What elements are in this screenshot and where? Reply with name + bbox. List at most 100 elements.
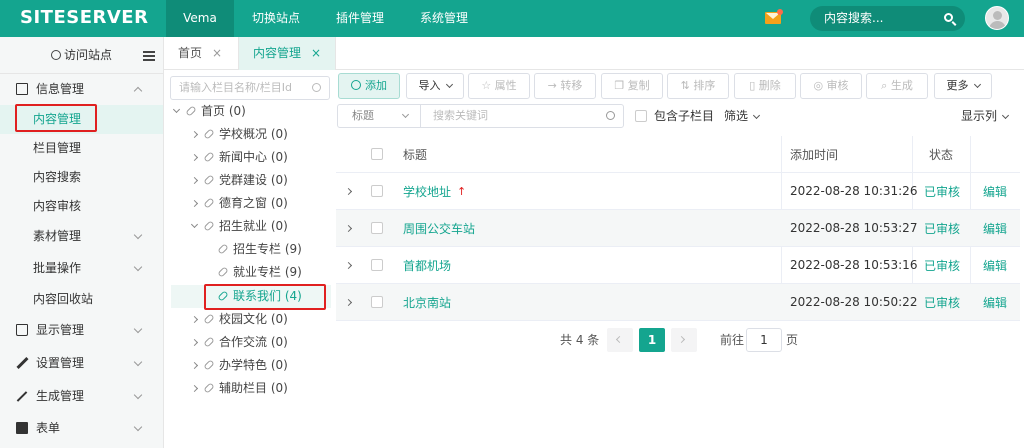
tree-node-moral[interactable]: 德育之窗 (0): [190, 192, 288, 215]
sidebar-item-content-review[interactable]: 内容审核: [0, 192, 163, 221]
display-columns-dropdown[interactable]: 显示列: [961, 104, 1010, 128]
select-all-checkbox[interactable]: [371, 148, 383, 160]
row-edit-link[interactable]: 编辑: [983, 284, 1007, 320]
chevron-down-icon[interactable]: [190, 220, 199, 229]
search-field-select[interactable]: 标题: [337, 104, 421, 128]
channel-search-input[interactable]: 请输入栏目名称/栏目Id: [170, 76, 330, 100]
sidebar-item-label: 批量操作: [33, 261, 82, 275]
attributes-button[interactable]: ☆ 属性: [468, 73, 530, 99]
avatar[interactable]: [985, 6, 1009, 30]
row-status-link[interactable]: 已审核: [924, 284, 960, 320]
row-title-link[interactable]: 北京南站: [403, 284, 451, 320]
search-icon[interactable]: [312, 83, 321, 92]
tree-node-party[interactable]: 党群建设 (0): [190, 169, 288, 192]
chevron-right-icon[interactable]: [190, 384, 199, 393]
next-page-button[interactable]: [671, 328, 697, 352]
close-icon[interactable]: ×: [212, 46, 222, 60]
sidebar-item-batch-operation[interactable]: 批量操作: [0, 254, 163, 283]
tab-content-manage[interactable]: 内容管理 ×: [238, 37, 337, 70]
search-icon[interactable]: [944, 13, 953, 22]
include-children-label[interactable]: 包含子栏目: [654, 104, 714, 128]
tree-node-enrollment-column[interactable]: 招生专栏 (9): [217, 238, 302, 261]
chevron-right-icon[interactable]: [190, 153, 199, 162]
more-button[interactable]: 更多: [934, 73, 992, 99]
add-button[interactable]: 添加: [338, 73, 400, 99]
sidebar-group-settings[interactable]: 设置管理: [0, 348, 163, 378]
sidebar-item-recycle-bin[interactable]: 内容回收站: [0, 285, 163, 314]
chevron-right-icon[interactable]: [344, 224, 353, 232]
sidebar-item-content-manage[interactable]: 内容管理: [0, 105, 163, 134]
search-icon[interactable]: [606, 111, 615, 120]
arrow-right-icon: →: [547, 79, 561, 92]
sidebar-item-material-manage[interactable]: 素材管理: [0, 222, 163, 251]
nav-system-manage[interactable]: 系统管理: [402, 0, 486, 37]
chevron-right-icon[interactable]: [190, 361, 199, 370]
prev-page-button[interactable]: [607, 328, 633, 352]
keyword-input[interactable]: 搜索关键词: [420, 104, 624, 128]
sidebar-group-info[interactable]: 信息管理: [0, 74, 163, 104]
tree-node-home[interactable]: 首页 (0): [172, 100, 246, 123]
tree-node-auxiliary[interactable]: 辅助栏目 (0): [190, 377, 288, 400]
tree-node-enrollment[interactable]: 招生就业 (0): [190, 215, 288, 238]
row-status-link[interactable]: 已审核: [924, 173, 960, 209]
column-header-status[interactable]: 状态: [929, 136, 953, 172]
generate-button[interactable]: ⌕ 生成: [866, 73, 928, 99]
nav-switch-site[interactable]: 切换站点: [234, 0, 318, 37]
content-search-input[interactable]: 内容搜索...: [810, 6, 965, 31]
globe-icon: [50, 50, 61, 60]
tree-node-news[interactable]: 新闻中心 (0): [190, 146, 288, 169]
top-bar: SITESERVER Vema 切换站点 插件管理 系统管理 内容搜索...: [0, 0, 1024, 37]
close-icon[interactable]: ×: [311, 46, 321, 60]
row-checkbox[interactable]: [371, 296, 383, 308]
review-button[interactable]: ◎ 审核: [800, 73, 862, 99]
page-number-current[interactable]: 1: [639, 328, 665, 352]
menu-toggle-icon[interactable]: [143, 51, 155, 61]
chevron-right-icon[interactable]: [190, 176, 199, 185]
chevron-right-icon[interactable]: [190, 130, 199, 139]
tree-node-features[interactable]: 办学特色 (0): [190, 354, 288, 377]
chevron-right-icon: [677, 335, 686, 344]
row-status-link[interactable]: 已审核: [924, 247, 960, 283]
chevron-right-icon[interactable]: [344, 298, 353, 306]
import-button[interactable]: 导入: [406, 73, 464, 99]
app-logo[interactable]: SITESERVER: [20, 7, 148, 28]
filter-dropdown[interactable]: 筛选: [724, 104, 761, 128]
nav-plugin-manage[interactable]: 插件管理: [318, 0, 402, 37]
row-checkbox[interactable]: [371, 222, 383, 234]
row-edit-link[interactable]: 编辑: [983, 173, 1007, 209]
tree-node-employment-column[interactable]: 就业专栏 (9): [217, 261, 302, 284]
chevron-right-icon[interactable]: [344, 187, 353, 195]
column-header-title[interactable]: 标题: [403, 136, 427, 172]
magnifier-icon: ⌕: [881, 79, 891, 92]
sidebar-group-generate[interactable]: 生成管理: [0, 381, 163, 411]
sidebar-item-content-search[interactable]: 内容搜索: [0, 163, 163, 192]
tree-node-contact-us[interactable]: 联系我们 (4): [217, 285, 302, 308]
sidebar-item-channel-manage[interactable]: 栏目管理: [0, 134, 163, 163]
transfer-button[interactable]: → 转移: [534, 73, 596, 99]
row-edit-link[interactable]: 编辑: [983, 247, 1007, 283]
visit-site-button[interactable]: 访问站点: [0, 37, 163, 74]
chevron-right-icon[interactable]: [190, 315, 199, 324]
include-children-checkbox[interactable]: [635, 110, 647, 122]
sort-button[interactable]: ⇅ 排序: [667, 73, 729, 99]
row-status-link[interactable]: 已审核: [924, 210, 960, 246]
chevron-right-icon[interactable]: [190, 199, 199, 208]
row-checkbox[interactable]: [371, 259, 383, 271]
chevron-down-icon[interactable]: [172, 105, 181, 114]
row-edit-link[interactable]: 编辑: [983, 210, 1007, 246]
row-title-link[interactable]: 学校地址: [403, 183, 451, 200]
row-title-link[interactable]: 首都机场: [403, 247, 451, 283]
goto-suffix: 页: [786, 333, 799, 347]
chevron-right-icon[interactable]: [344, 261, 353, 269]
tree-node-school-overview[interactable]: 学校概况 (0): [190, 123, 288, 146]
column-header-date[interactable]: 添加时间: [790, 136, 838, 172]
tab-home[interactable]: 首页 ×: [164, 37, 236, 70]
delete-button[interactable]: ▯ 删除: [734, 73, 796, 99]
goto-page-input[interactable]: 1: [746, 328, 782, 352]
nav-site-vema[interactable]: Vema: [166, 0, 234, 37]
copy-button[interactable]: ❐ 复制: [601, 73, 663, 99]
sidebar-group-form[interactable]: 表单: [0, 413, 163, 443]
row-title-link[interactable]: 周围公交车站: [403, 210, 475, 246]
link-icon: [203, 151, 215, 163]
row-checkbox[interactable]: [371, 185, 383, 197]
